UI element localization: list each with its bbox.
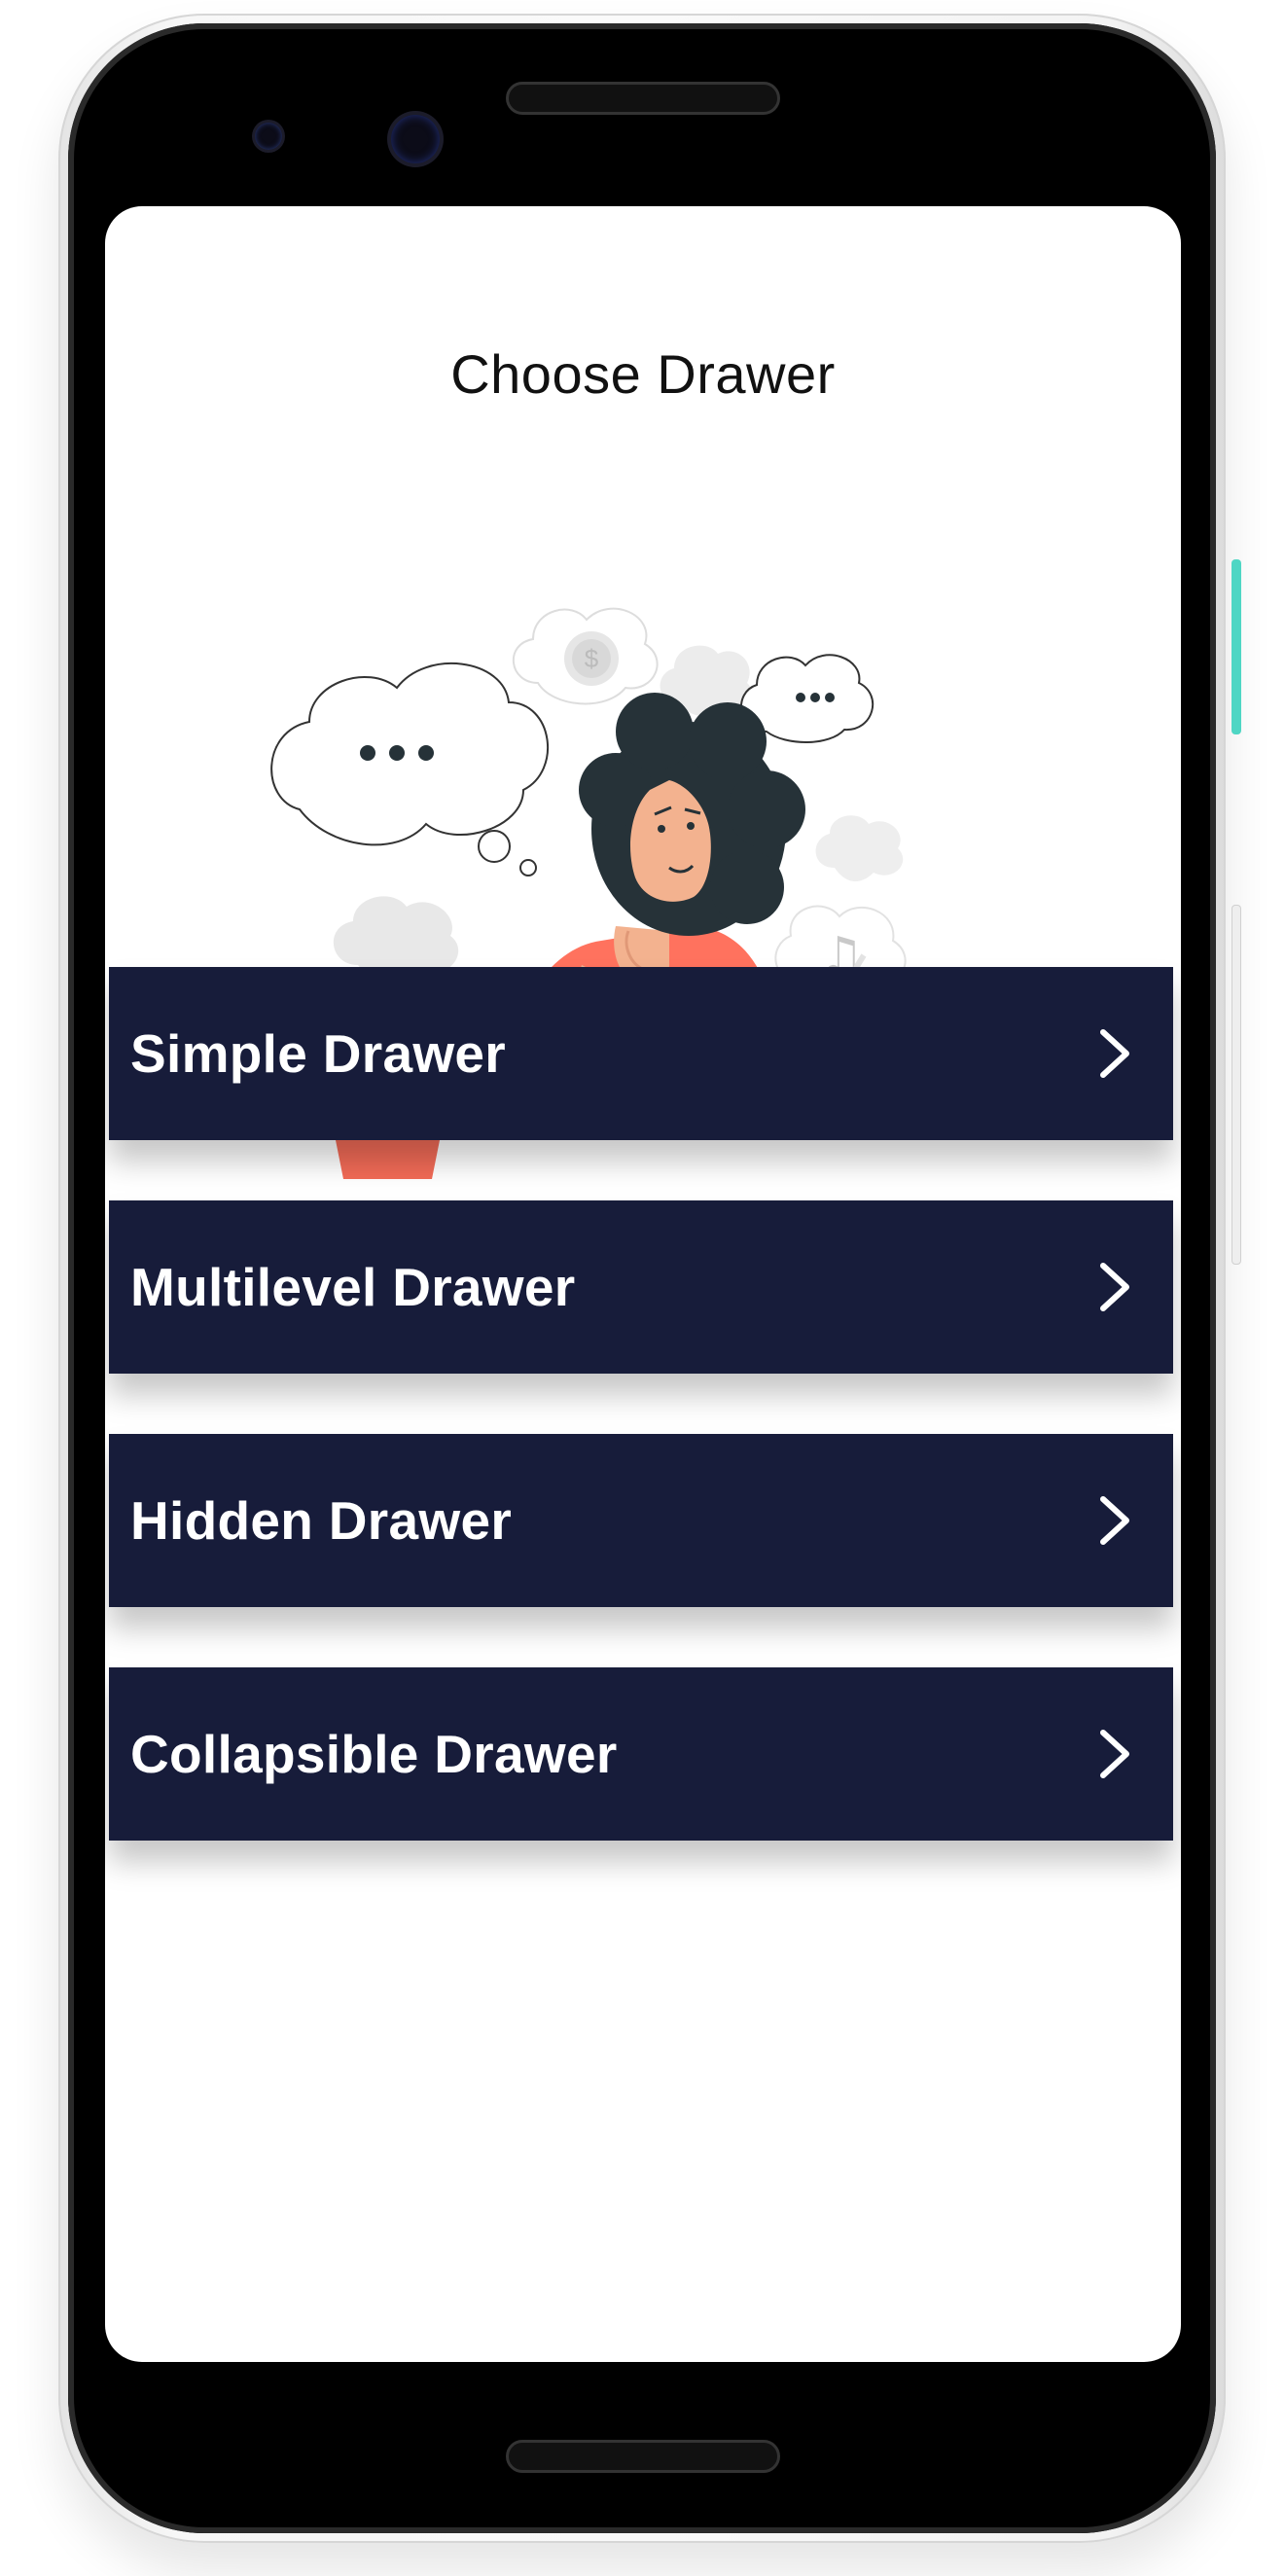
menu-item-label: Collapsible Drawer (130, 1724, 618, 1784)
menu-item-multilevel-drawer[interactable]: Multilevel Drawer (109, 1200, 1173, 1374)
menu-item-label: Simple Drawer (130, 1023, 506, 1084)
thought-bubble-icon (270, 662, 549, 877)
menu-item-label: Multilevel Drawer (130, 1257, 576, 1317)
bottom-speaker (506, 2440, 780, 2473)
front-sensor-icon (255, 123, 282, 150)
menu-item-hidden-drawer[interactable]: Hidden Drawer (109, 1434, 1173, 1607)
app-screen: Choose Drawer $ ♫ Simple Drawer Multilev… (105, 206, 1181, 2362)
chevron-right-icon (1100, 1730, 1129, 1778)
top-speaker (506, 82, 780, 115)
power-button (1231, 559, 1241, 734)
volume-button (1231, 905, 1241, 1265)
chevron-right-icon (1100, 1263, 1129, 1311)
page-title: Choose Drawer (450, 343, 836, 405)
menu-item-simple-drawer[interactable]: Simple Drawer (109, 967, 1173, 1140)
chevron-right-icon (1100, 1029, 1129, 1078)
menu-item-label: Hidden Drawer (130, 1490, 513, 1551)
chevron-right-icon (1100, 1496, 1129, 1545)
front-camera-icon (391, 115, 440, 163)
coin-bubble-icon: $ (512, 607, 659, 705)
menu-item-collapsible-drawer[interactable]: Collapsible Drawer (109, 1667, 1173, 1841)
svg-text:$: $ (585, 644, 599, 673)
